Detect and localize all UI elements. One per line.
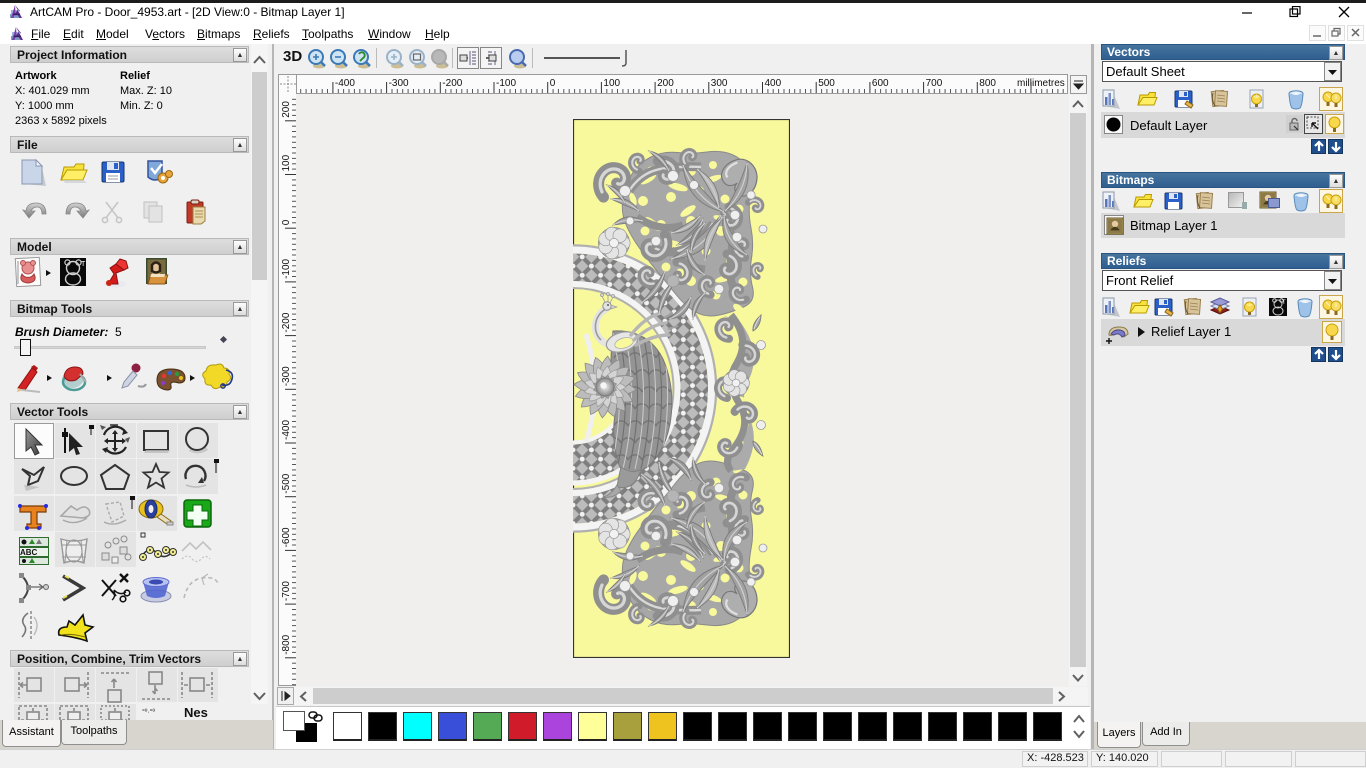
svg-text:0: 0	[550, 78, 556, 89]
svg-text:-700: -700	[281, 581, 292, 601]
svg-text:800: 800	[979, 78, 996, 89]
svg-text:-300: -300	[389, 78, 409, 89]
svg-text:200: 200	[657, 78, 674, 89]
svg-text:-200: -200	[281, 312, 292, 332]
svg-text:millimetres: millimetres	[1017, 78, 1065, 89]
svg-text:T: T	[81, 261, 86, 268]
svg-text:-300: -300	[281, 366, 292, 386]
svg-text:-100: -100	[496, 78, 516, 89]
svg-text:200: 200	[281, 101, 292, 118]
svg-text:-100: -100	[281, 258, 292, 278]
svg-text:ABC: ABC	[20, 548, 38, 557]
svg-text:-800: -800	[281, 634, 292, 654]
svg-text:-400: -400	[335, 78, 355, 89]
svg-text:700: 700	[926, 78, 943, 89]
svg-text:100: 100	[281, 154, 292, 171]
svg-text:-500: -500	[281, 473, 292, 493]
svg-text:°º·°º: °º·°º	[142, 708, 155, 716]
svg-text:-200: -200	[442, 78, 462, 89]
svg-text:400: 400	[765, 78, 782, 89]
svg-text:600: 600	[872, 78, 889, 89]
svg-text:500: 500	[818, 78, 835, 89]
svg-text:-600: -600	[281, 527, 292, 547]
svg-text:0: 0	[281, 219, 292, 225]
svg-text:T: T	[1282, 300, 1286, 306]
svg-text:100: 100	[603, 78, 620, 89]
svg-text:-400: -400	[281, 420, 292, 440]
svg-text:Nes: Nes	[184, 705, 208, 720]
svg-text:300: 300	[711, 78, 728, 89]
